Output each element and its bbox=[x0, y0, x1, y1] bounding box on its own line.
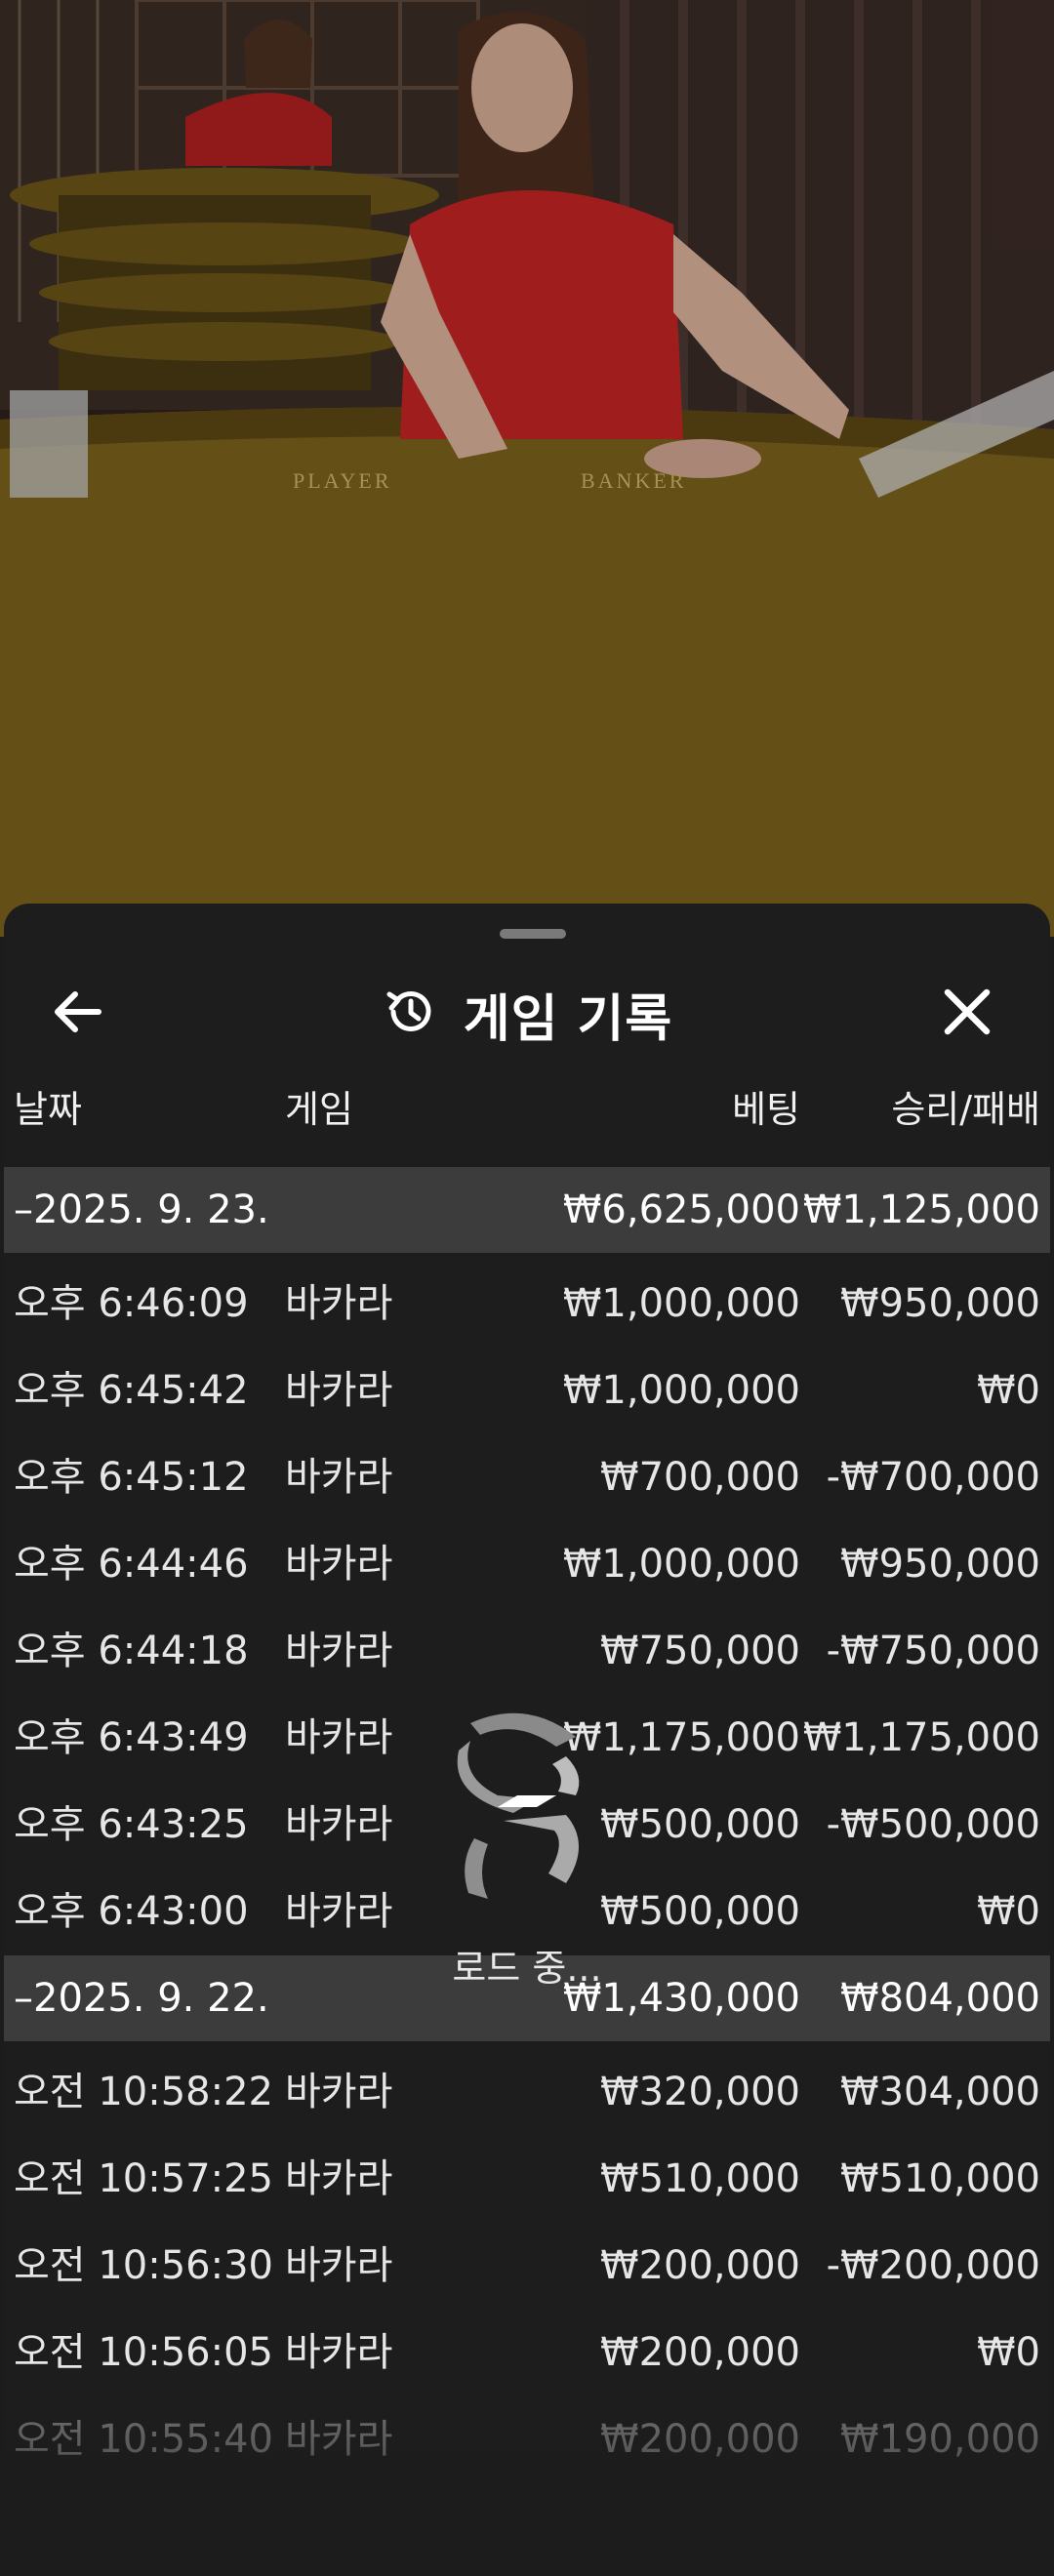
table-row[interactable]: 오전 10:58:22 바카라 ₩320,000 ₩304,000 bbox=[4, 2049, 1050, 2136]
column-date[interactable]: 날짜 bbox=[14, 1079, 82, 1133]
column-result[interactable]: 승리/패배 bbox=[891, 1079, 1040, 1133]
table-row[interactable]: 오후 6:45:42 바카라 ₩1,000,000 ₩0 bbox=[4, 1348, 1050, 1434]
table-row[interactable]: 오전 10:57:25 바카라 ₩510,000 ₩510,000 bbox=[4, 2136, 1050, 2223]
group-date: 2025. 9. 22. bbox=[33, 1976, 269, 2021]
row-game: 바카라 bbox=[285, 1802, 393, 1847]
column-game[interactable]: 게임 bbox=[285, 1079, 353, 1133]
row-time: 오후 6:43:25 bbox=[14, 1802, 249, 1847]
row-time: 오후 6:46:09 bbox=[14, 1281, 249, 1326]
row-time: 오전 10:56:05 bbox=[14, 2330, 273, 2375]
row-result: -₩500,000 bbox=[826, 1802, 1040, 1847]
row-time: 오후 6:45:42 bbox=[14, 1368, 249, 1413]
history-clock-icon bbox=[382, 983, 440, 1045]
row-game: 바카라 bbox=[285, 1629, 393, 1673]
live-dealer-video: PLAYER BANKER bbox=[0, 0, 1054, 937]
group-result-total: ₩804,000 bbox=[840, 1976, 1040, 2021]
row-result: ₩0 bbox=[977, 1368, 1040, 1413]
table-row[interactable]: 오전 10:55:40 바카라 ₩200,000 ₩190,000 bbox=[4, 2396, 1050, 2483]
table-row[interactable]: 오후 6:46:09 바카라 ₩1,000,000 ₩950,000 bbox=[4, 1261, 1050, 1348]
row-game: 바카라 bbox=[285, 1542, 393, 1587]
arrow-left-icon bbox=[50, 985, 104, 1043]
row-time: 오전 10:56:30 bbox=[14, 2243, 273, 2288]
row-bet: ₩500,000 bbox=[600, 1802, 800, 1847]
date-group-row[interactable]: –2025. 9. 23. ₩6,625,000 ₩1,125,000 bbox=[4, 1167, 1050, 1253]
table-row[interactable]: 오후 6:43:49 바카라 ₩1,175,000 ₩1,175,000 bbox=[4, 1695, 1050, 1782]
row-game: 바카라 bbox=[285, 1281, 393, 1326]
row-bet: ₩700,000 bbox=[600, 1455, 800, 1500]
row-result: ₩510,000 bbox=[840, 2156, 1040, 2201]
history-list[interactable]: –2025. 9. 23. ₩6,625,000 ₩1,125,000 오후 6… bbox=[4, 1167, 1050, 2483]
row-game: 바카라 bbox=[285, 1455, 393, 1500]
row-time: 오후 6:44:46 bbox=[14, 1542, 249, 1587]
row-game: 바카라 bbox=[285, 2417, 393, 2462]
column-bet[interactable]: 베팅 bbox=[732, 1079, 800, 1133]
row-game: 바카라 bbox=[285, 1715, 393, 1760]
row-time: 오전 10:57:25 bbox=[14, 2156, 273, 2201]
group-date: 2025. 9. 23. bbox=[33, 1187, 269, 1232]
row-time: 오후 6:44:18 bbox=[14, 1629, 249, 1673]
row-bet: ₩200,000 bbox=[600, 2330, 800, 2375]
back-button[interactable] bbox=[43, 980, 111, 1048]
group-bet-total: ₩6,625,000 bbox=[562, 1187, 800, 1232]
page-title: 게임 기록 bbox=[463, 989, 673, 1049]
row-result: -₩700,000 bbox=[826, 1455, 1040, 1500]
row-game: 바카라 bbox=[285, 1889, 393, 1934]
close-button[interactable] bbox=[933, 980, 1001, 1048]
row-time: 오후 6:43:49 bbox=[14, 1715, 249, 1760]
row-game: 바카라 bbox=[285, 2070, 393, 2114]
group-result-total: ₩1,125,000 bbox=[802, 1187, 1040, 1232]
row-bet: ₩1,000,000 bbox=[562, 1368, 800, 1413]
row-bet: ₩500,000 bbox=[600, 1889, 800, 1934]
date-group-row[interactable]: –2025. 9. 22. ₩1,430,000 ₩804,000 bbox=[4, 1955, 1050, 2041]
row-bet: ₩200,000 bbox=[600, 2243, 800, 2288]
row-bet: ₩320,000 bbox=[600, 2070, 800, 2114]
row-result: ₩0 bbox=[977, 2330, 1040, 2375]
row-game: 바카라 bbox=[285, 2243, 393, 2288]
game-history-sheet: 게임 기록 날짜 게임 베팅 승리/패배 –2025. 9. 23. ₩6,62… bbox=[4, 904, 1050, 2576]
row-game: 바카라 bbox=[285, 2156, 393, 2201]
table-row[interactable]: 오후 6:43:25 바카라 ₩500,000 -₩500,000 bbox=[4, 1782, 1050, 1869]
row-bet: ₩1,000,000 bbox=[562, 1281, 800, 1326]
row-bet: ₩1,175,000 bbox=[562, 1715, 800, 1760]
sheet-header: 게임 기록 bbox=[4, 960, 1050, 1067]
row-result: ₩950,000 bbox=[840, 1542, 1040, 1587]
row-result: ₩950,000 bbox=[840, 1281, 1040, 1326]
row-time: 오후 6:43:00 bbox=[14, 1889, 249, 1934]
row-result: ₩304,000 bbox=[840, 2070, 1040, 2114]
row-result: ₩0 bbox=[977, 1889, 1040, 1934]
table-row[interactable]: 오후 6:44:18 바카라 ₩750,000 -₩750,000 bbox=[4, 1608, 1050, 1695]
row-game: 바카라 bbox=[285, 1368, 393, 1413]
table-header: 날짜 게임 베팅 승리/패배 bbox=[4, 1079, 1050, 1147]
row-game: 바카라 bbox=[285, 2330, 393, 2375]
row-time: 오전 10:55:40 bbox=[14, 2417, 273, 2462]
table-row[interactable]: 오전 10:56:05 바카라 ₩200,000 ₩0 bbox=[4, 2310, 1050, 2396]
row-bet: ₩510,000 bbox=[600, 2156, 800, 2201]
row-result: ₩190,000 bbox=[840, 2417, 1040, 2462]
group-bet-total: ₩1,430,000 bbox=[562, 1976, 800, 2021]
row-bet: ₩200,000 bbox=[600, 2417, 800, 2462]
row-result: -₩200,000 bbox=[826, 2243, 1040, 2288]
table-row[interactable]: 오후 6:44:46 바카라 ₩1,000,000 ₩950,000 bbox=[4, 1521, 1050, 1608]
close-icon bbox=[940, 985, 994, 1043]
row-time: 오전 10:58:22 bbox=[14, 2070, 273, 2114]
row-result: ₩1,175,000 bbox=[802, 1715, 1040, 1760]
table-row[interactable]: 오후 6:45:12 바카라 ₩700,000 -₩700,000 bbox=[4, 1434, 1050, 1521]
table-row[interactable]: 오전 10:56:30 바카라 ₩200,000 -₩200,000 bbox=[4, 2223, 1050, 2310]
row-result: -₩750,000 bbox=[826, 1629, 1040, 1673]
row-bet: ₩750,000 bbox=[600, 1629, 800, 1673]
table-row[interactable]: 오후 6:43:00 바카라 ₩500,000 ₩0 bbox=[4, 1869, 1050, 1955]
sheet-drag-handle[interactable] bbox=[500, 929, 566, 939]
row-bet: ₩1,000,000 bbox=[562, 1542, 800, 1587]
row-time: 오후 6:45:12 bbox=[14, 1455, 249, 1500]
